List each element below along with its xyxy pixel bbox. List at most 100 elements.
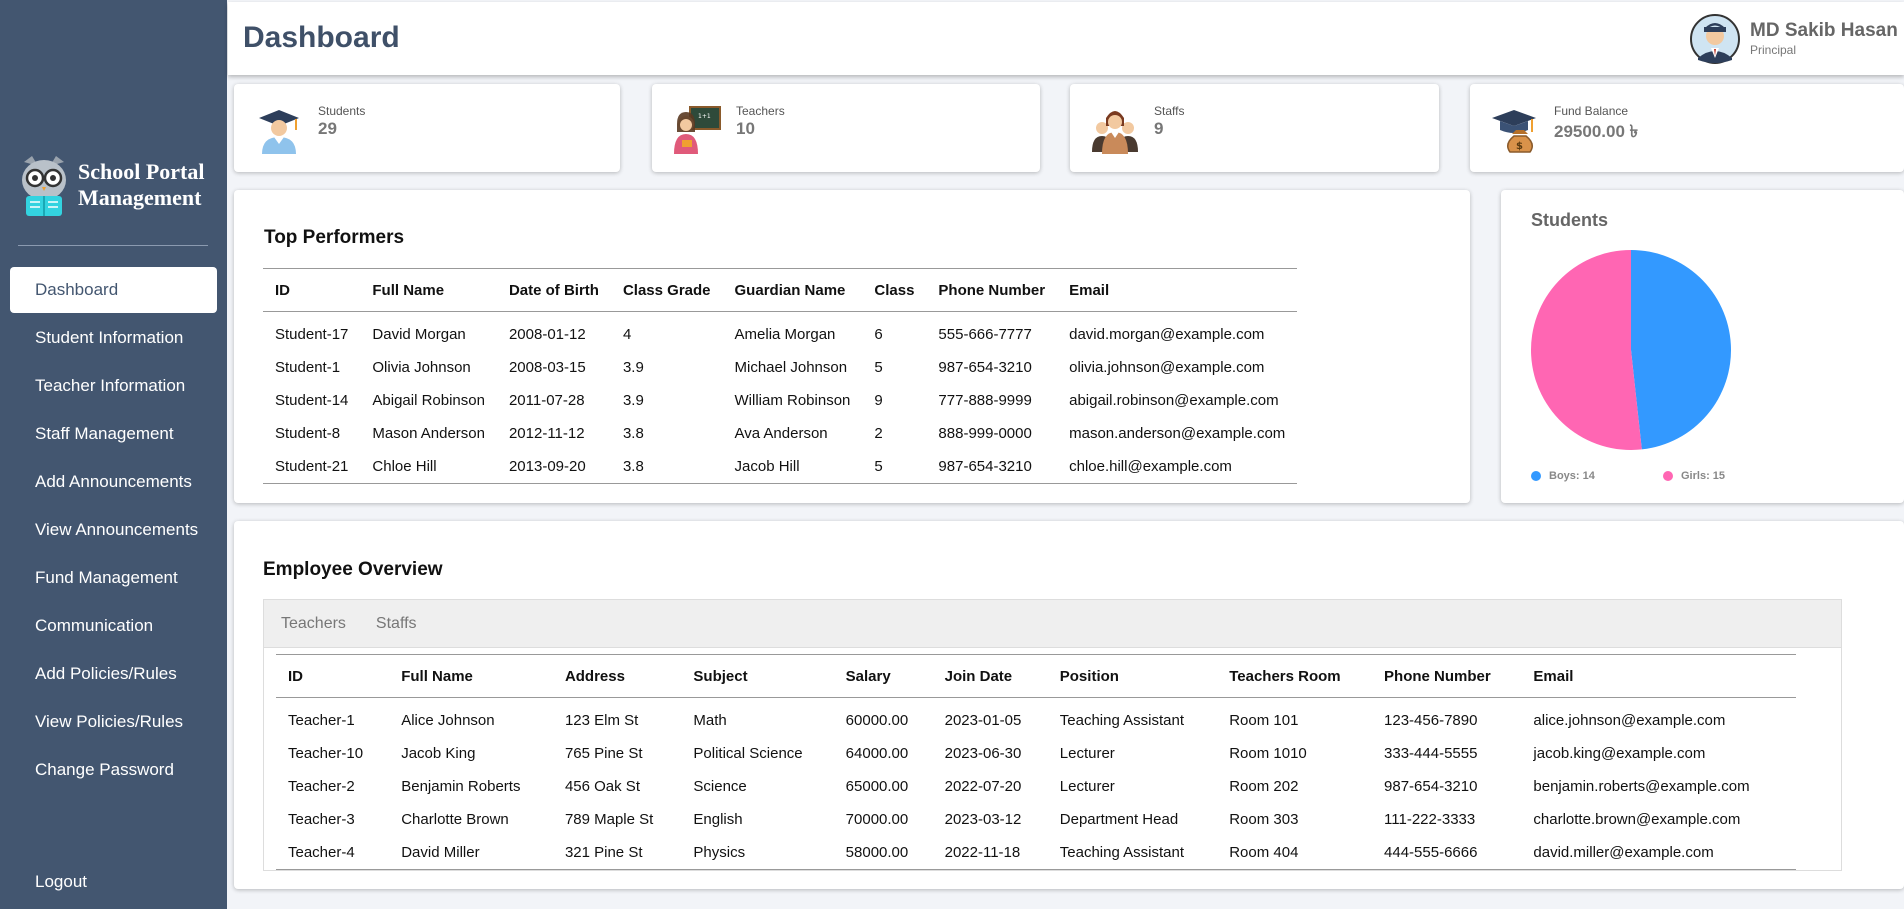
legend-boys-swatch [1531, 471, 1541, 481]
table-cell: Room 1010 [1229, 745, 1307, 762]
column-header: ID [276, 654, 390, 698]
table-cell: Mason Anderson [372, 425, 485, 442]
table-cell: Math [693, 712, 727, 729]
column-header: Address [552, 654, 682, 698]
sidebar-item-fund-management[interactable]: Fund Management [10, 555, 217, 601]
table-cell: Room 202 [1229, 778, 1299, 795]
column-header: Teachers Room [1217, 654, 1373, 698]
table-cell: david.morgan@example.com [1069, 326, 1265, 343]
table-cell: Teacher-2 [288, 778, 355, 795]
column-header: Subject [681, 654, 834, 698]
column-header: Join Date [932, 654, 1048, 698]
sidebar-item-communication[interactable]: Communication [10, 603, 217, 649]
sidebar: School Portal Management Dashboard Studen… [0, 0, 227, 909]
sidebar-item-staff-management[interactable]: Staff Management [10, 411, 217, 457]
tab-staffs[interactable]: Staffs [376, 615, 417, 633]
sidebar-item-view-policies-rules[interactable]: View Policies/Rules [10, 699, 217, 745]
column-header: Phone Number [926, 268, 1058, 312]
table-cell: Jacob Hill [722, 450, 863, 484]
table-cell: charlotte.brown@example.com [1533, 811, 1741, 828]
table-cell: 3.8 [610, 450, 723, 484]
stat-label: Staffs [1154, 104, 1185, 118]
pie-slice-boys [1631, 250, 1731, 450]
table-cell: Benjamin Roberts [401, 778, 521, 795]
table-cell: 987-654-3210 [1384, 778, 1478, 795]
tab-teachers[interactable]: Teachers [281, 615, 346, 633]
table-cell: English [693, 811, 743, 828]
table-cell: 123-456-7890 [1384, 712, 1478, 729]
sidebar-item-view-announcements[interactable]: View Announcements [10, 507, 217, 553]
sidebar-nav: Dashboard Student Information Teacher Info… [10, 267, 217, 795]
employee-table: ID Full Name Address Subject Salary Join Date… [276, 654, 1796, 870]
column-header: Email [1057, 268, 1298, 312]
app-title-line1: School Portal [78, 159, 205, 184]
legend-boys-label: Boys: 14 [1549, 470, 1595, 482]
sidebar-item-teacher-information[interactable]: Teacher Information [10, 363, 217, 409]
stat-value: 9 [1154, 119, 1164, 138]
svg-text:$: $ [1516, 141, 1523, 152]
table-cell: 58000.00 [833, 836, 933, 870]
table-cell: 4 [622, 326, 632, 343]
sidebar-item-change-password[interactable]: Change Password [10, 747, 217, 793]
legend-girls-swatch [1663, 471, 1673, 481]
table-cell: 65000.00 [845, 778, 909, 795]
sidebar-item-add-announcements[interactable]: Add Announcements [10, 459, 217, 505]
legend-boys: Boys: 14 [1531, 470, 1595, 482]
table-cell: Jacob King [401, 745, 476, 762]
table-cell: chloe.hill@example.com [1057, 450, 1298, 484]
table-cell: Charlotte Brown [401, 811, 509, 828]
table-header-row: ID Full Name Address Subject Salary Join Date… [276, 654, 1796, 698]
stat-value: 29500.00 ৳ [1554, 122, 1639, 141]
table-cell: 2013-09-20 [496, 450, 611, 484]
table-cell: 2023-03-12 [944, 811, 1022, 828]
table-cell: benjamin.roberts@example.com [1533, 778, 1750, 795]
table-row: Teacher-10 Jacob King 765 Pine St Political… [276, 737, 1796, 770]
top-header: Dashboard MD Sakib Hasan Principal [228, 2, 1904, 75]
column-header: Date of Birth [496, 268, 611, 312]
table-cell: 2022-11-18 [932, 836, 1048, 870]
table-cell: abigail.robinson@example.com [1069, 392, 1279, 409]
stat-card-fund-balance: $ Fund Balance 29500.00 ৳ [1470, 84, 1904, 172]
column-header: Salary [833, 654, 933, 698]
stat-card-students: Students 29 [234, 84, 620, 172]
user-avatar-icon[interactable] [1690, 14, 1740, 64]
table-cell: David Morgan [372, 326, 466, 343]
logout-button[interactable]: Logout [35, 872, 87, 892]
user-name: MD Sakib Hasan [1750, 20, 1898, 41]
table-cell: alice.johnson@example.com [1533, 712, 1726, 729]
table-cell: Room 101 [1229, 712, 1299, 729]
table-cell: mason.anderson@example.com [1069, 425, 1286, 442]
table-cell: 555-666-7777 [938, 326, 1032, 343]
column-header: Guardian Name [722, 268, 863, 312]
user-role: Principal [1750, 43, 1797, 57]
top-performers-table: ID Full Name Date of Birth Class Grade Guard… [263, 268, 1298, 484]
table-cell: 2023-06-30 [944, 745, 1022, 762]
column-header: Email [1521, 654, 1796, 698]
table-cell: William Robinson [734, 392, 851, 409]
table-cell: Student-14 [275, 392, 349, 409]
table-cell: Room 303 [1229, 811, 1299, 828]
table-cell: 2011-07-28 [508, 392, 585, 409]
table-row: Student-21 Chloe Hill 2013-09-20 3.8 Jacob H… [263, 450, 1298, 484]
table-cell: Alice Johnson [401, 712, 495, 729]
table-row: Teacher-1 Alice Johnson 123 Elm St Math 6000… [276, 698, 1796, 738]
sidebar-item-dashboard[interactable]: Dashboard [10, 267, 217, 313]
table-cell: 888-999-0000 [938, 425, 1032, 442]
money-bag-icon: $ [1492, 110, 1536, 153]
column-header: Class Grade [610, 268, 723, 312]
table-cell: 333-444-5555 [1384, 745, 1478, 762]
table-cell: 456 Oak St [564, 778, 640, 795]
sidebar-divider [18, 245, 208, 246]
column-header: Phone Number [1372, 654, 1522, 698]
column-header: ID [263, 268, 361, 312]
sidebar-item-student-information[interactable]: Student Information [10, 315, 217, 361]
app-title-line2: Management [78, 185, 202, 210]
table-cell: jacob.king@example.com [1533, 745, 1706, 762]
table-row: Student-1 Olivia Johnson 2008-03-15 3.9 Mich… [263, 351, 1297, 384]
table-cell: Ava Anderson [734, 425, 828, 442]
sidebar-item-add-policies-rules[interactable]: Add Policies/Rules [10, 651, 217, 697]
table-cell: Political Science [693, 745, 803, 762]
table-cell: Teaching Assistant [1059, 712, 1185, 729]
column-header: Position [1047, 654, 1218, 698]
table-cell: 987-654-3210 [926, 450, 1058, 484]
